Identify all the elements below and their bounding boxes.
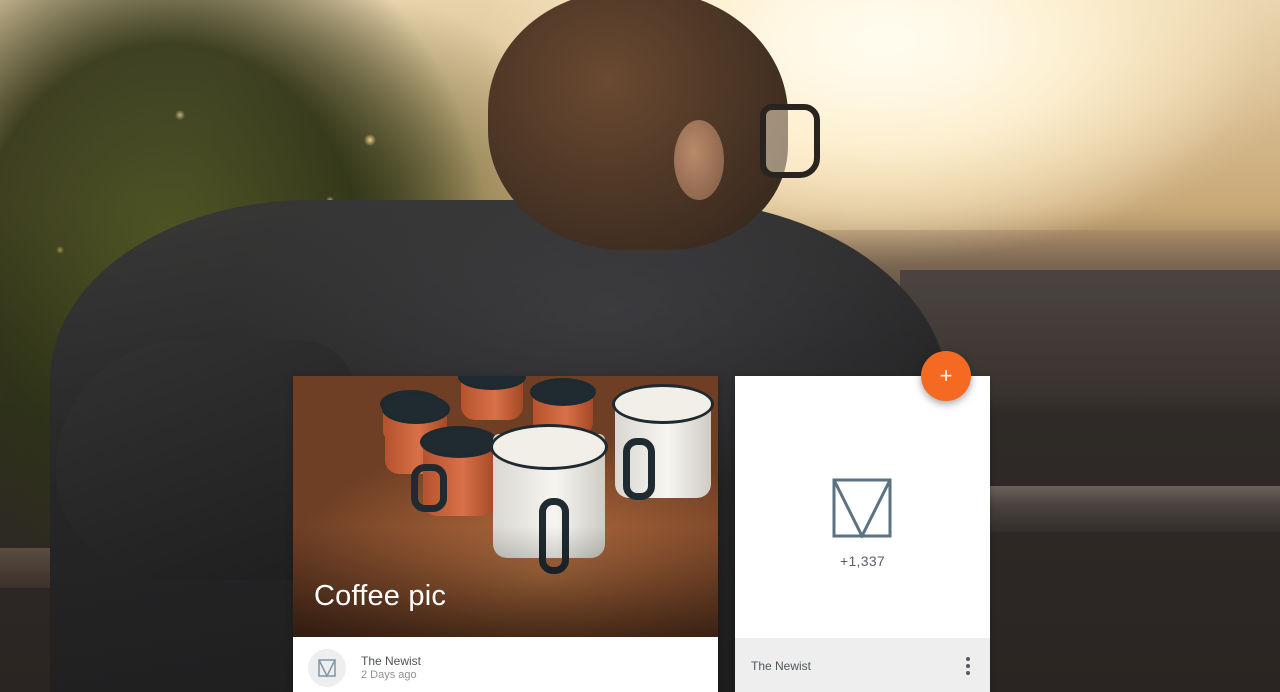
mug-handle bbox=[623, 438, 655, 500]
card-footer: The Newist 2 Days ago bbox=[293, 637, 718, 692]
mug-handle bbox=[411, 464, 447, 512]
author-name[interactable]: The Newist bbox=[751, 659, 811, 673]
mug-handle bbox=[539, 498, 569, 574]
coffee-card[interactable]: Coffee pic The Newist 2 Days ago bbox=[293, 376, 718, 692]
more-vert-icon[interactable] bbox=[961, 657, 975, 675]
post-timestamp: 2 Days ago bbox=[361, 669, 417, 681]
avatar[interactable] bbox=[308, 649, 346, 687]
newist-logo-icon bbox=[318, 659, 336, 678]
add-button[interactable]: + bbox=[921, 351, 971, 401]
follower-count: +1,337 bbox=[839, 553, 885, 569]
newist-card[interactable]: +1,337 The Newist bbox=[735, 376, 990, 692]
hero-person-glasses bbox=[760, 104, 820, 178]
mug bbox=[490, 424, 608, 558]
hero-ledge bbox=[940, 486, 1280, 532]
card-title: Coffee pic bbox=[314, 580, 447, 612]
card-footer: The Newist bbox=[735, 638, 990, 692]
hero-person-ear bbox=[674, 120, 724, 200]
author-name[interactable]: The Newist bbox=[361, 654, 421, 668]
newist-logo-icon bbox=[832, 478, 892, 538]
hero-person-head bbox=[488, 0, 788, 250]
mug bbox=[458, 376, 526, 420]
